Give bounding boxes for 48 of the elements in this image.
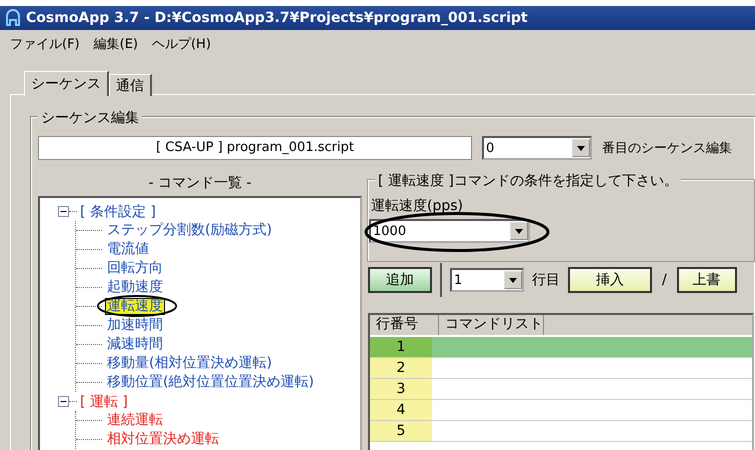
table-row[interactable]: 2: [370, 358, 752, 379]
command-list-heading: - コマンド一覧 -: [147, 174, 252, 193]
tree-item[interactable]: 移動量(相対位置決め運転): [105, 355, 274, 372]
menu-item[interactable]: 編集(E): [94, 35, 138, 53]
column-header[interactable]: 行番号: [370, 315, 439, 335]
tree-item[interactable]: 減速時間: [105, 336, 165, 353]
column-header[interactable]: コマンドリスト: [439, 315, 544, 335]
overwrite-button[interactable]: 上書: [676, 267, 737, 293]
tab[interactable]: シーケンス: [24, 71, 109, 96]
tree-item[interactable]: 運転速度: [105, 298, 165, 315]
row-number-cell: 5: [370, 421, 432, 441]
menu-item[interactable]: ヘルプ(H): [152, 35, 211, 53]
insert-button[interactable]: 挿入: [568, 267, 652, 293]
row-number-dropdown[interactable]: 1: [450, 268, 524, 292]
tree-group-label[interactable]: [ 条件設定 ]: [80, 202, 156, 220]
tree-item[interactable]: 回転方向: [105, 260, 165, 277]
row-number-cell: 4: [370, 400, 432, 420]
separator-text: /: [662, 272, 667, 288]
tree-item[interactable]: 加速時間: [105, 317, 165, 334]
sequence-label: 番目のシーケンス編集: [602, 140, 732, 157]
tree-item[interactable]: 連続運転: [105, 412, 165, 429]
row-number-cell: 1: [370, 337, 432, 357]
table-row[interactable]: 5: [370, 421, 752, 442]
group-legend: シーケンス編集: [38, 109, 142, 127]
tree-item[interactable]: 移動位置(絶対位置位置決め運転): [105, 374, 316, 391]
tree-item[interactable]: 相対位置決め運転: [105, 431, 221, 448]
file-name-field[interactable]: [ CSA-UP ] program_001.script: [38, 136, 472, 160]
tree-item[interactable]: 電流値: [105, 241, 151, 258]
speed-dropdown[interactable]: 1000: [369, 219, 530, 243]
menu-item[interactable]: ファイル(F): [10, 35, 80, 53]
tab[interactable]: 通信: [109, 74, 152, 96]
app-icon: [4, 9, 22, 27]
table-row[interactable]: 3: [370, 379, 752, 400]
condition-legend: [ 運転速度 ]コマンドの条件を指定して下さい。: [375, 172, 681, 190]
row-number-cell: 3: [370, 379, 432, 399]
window-title: CosmoApp 3.7 - D:¥CosmoApp3.7¥Projects¥program_001.script: [26, 10, 528, 26]
collapse-icon[interactable]: [58, 206, 69, 217]
speed-label: 運転速度(pps): [370, 197, 464, 215]
add-button[interactable]: 追加: [368, 267, 432, 293]
tree-group-label[interactable]: [ 運転 ]: [80, 392, 128, 410]
tree-item[interactable]: 起動速度: [105, 279, 165, 296]
table-row[interactable]: 4: [370, 400, 752, 421]
sequence-number-dropdown[interactable]: 0: [482, 136, 592, 160]
row-label: 行目: [532, 271, 560, 289]
tree-item[interactable]: ステップ分割数(励磁方式): [105, 222, 274, 239]
row-number-cell: 2: [370, 358, 432, 378]
collapse-icon[interactable]: [58, 396, 69, 407]
table-row[interactable]: 1: [370, 337, 752, 358]
